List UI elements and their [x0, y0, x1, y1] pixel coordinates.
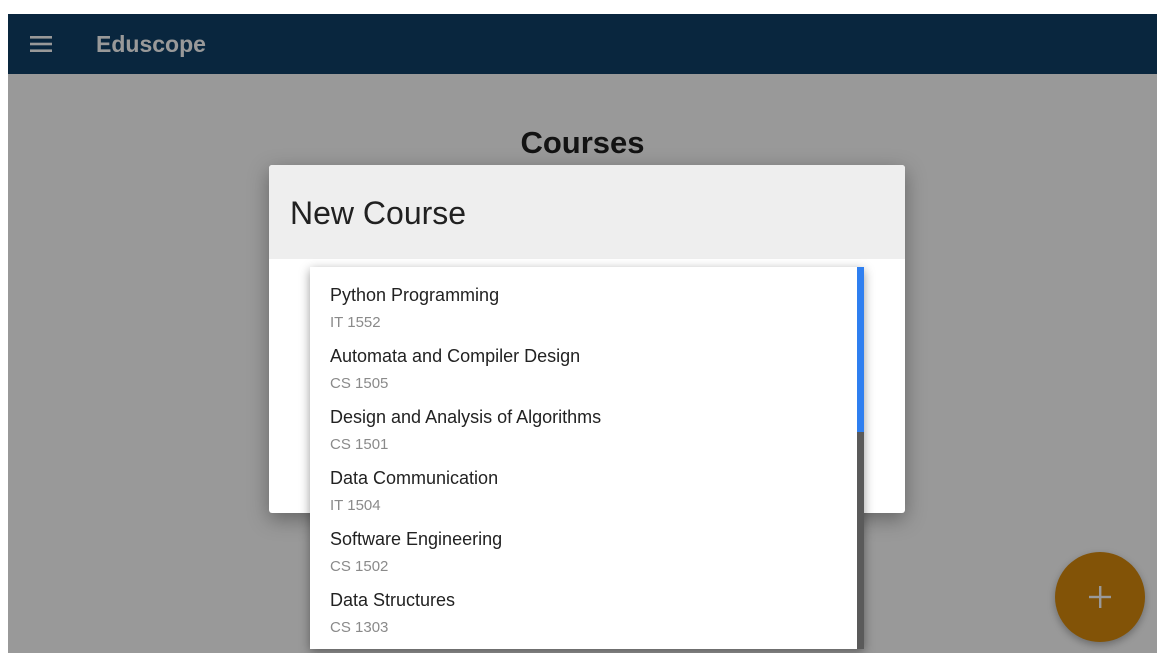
dropdown-scrollbar-thumb[interactable] [857, 267, 864, 432]
course-option[interactable]: Design and Analysis of Algorithms CS 150… [310, 403, 857, 464]
dialog-header: New Course [269, 165, 905, 259]
course-option-code: IT 1504 [330, 497, 381, 514]
course-option-code: CS 1502 [330, 558, 389, 575]
course-select-dropdown: Python Programming IT 1552 Automata and … [310, 267, 864, 649]
dropdown-scrollbar[interactable] [857, 267, 864, 649]
course-option[interactable]: Software Engineering CS 1502 [310, 525, 857, 586]
course-option[interactable]: Python Programming IT 1552 [310, 281, 857, 342]
course-option-code: CS 1303 [330, 619, 389, 636]
course-option[interactable]: Data Structures CS 1303 [310, 586, 857, 647]
course-option-code: CS 1501 [330, 436, 389, 453]
course-option-name: Data Structures [330, 590, 456, 610]
course-option-code: CS 1505 [330, 375, 389, 392]
course-option[interactable]: Automata and Compiler Design CS 1505 [310, 342, 857, 403]
course-option-name: Automata and Compiler Design [330, 346, 581, 366]
course-option-name: Software Engineering [330, 529, 503, 549]
dialog-title: New Course [290, 195, 467, 231]
course-option-list: Python Programming IT 1552 Automata and … [310, 281, 857, 647]
course-option-name: Data Communication [330, 468, 499, 488]
course-option-name: Design and Analysis of Algorithms [330, 407, 602, 427]
course-option-name: Python Programming [330, 285, 500, 305]
course-option[interactable]: Data Communication IT 1504 [310, 464, 857, 525]
course-option-code: IT 1552 [330, 314, 381, 331]
app-window: Eduscope Courses New Course Python Progr… [8, 14, 1157, 653]
